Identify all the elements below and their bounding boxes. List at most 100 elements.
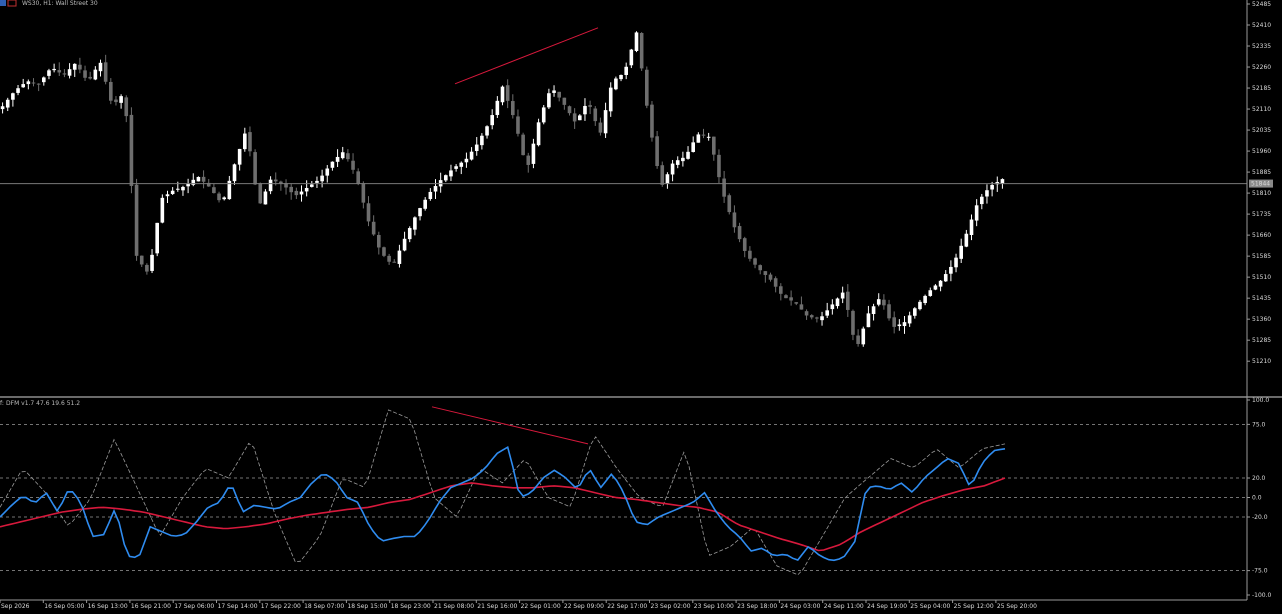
candle-body — [165, 194, 170, 197]
candle-body — [474, 144, 479, 151]
candle-body — [57, 70, 62, 73]
price-tick-label: 52185 — [1252, 85, 1271, 92]
time-tick-label: 17 Sep 14:00 — [218, 603, 258, 610]
candle-body — [825, 310, 829, 316]
candle-body — [454, 166, 458, 169]
candle-body — [93, 69, 98, 80]
candle-body — [598, 122, 603, 133]
candle-body — [181, 186, 185, 191]
price-tick-label: 51810 — [1252, 190, 1271, 197]
candle-body — [583, 105, 587, 115]
candle-body — [464, 158, 469, 163]
time-tick-label: 25 Sep 04:00 — [910, 603, 950, 610]
candle-body — [861, 328, 866, 345]
candle-body — [531, 143, 536, 164]
candle-body — [335, 156, 340, 162]
candle-body — [990, 185, 994, 190]
candle-body — [748, 250, 752, 259]
candle-body — [701, 134, 706, 136]
candle-body — [237, 148, 242, 165]
trading-chart[interactable]: WS30, H1: Wall Street 30 52485 52410 52335… — [0, 0, 1282, 614]
candle-body — [660, 165, 665, 185]
candle-body — [516, 116, 520, 134]
price-tick-label: 51660 — [1252, 232, 1271, 239]
candle-body — [5, 99, 10, 108]
candle-body — [768, 274, 773, 280]
candle-body — [490, 115, 494, 126]
candle-body — [541, 107, 546, 123]
candle-body — [402, 238, 407, 251]
candle-body — [201, 176, 206, 182]
candle-body — [784, 295, 788, 299]
candle-body — [325, 168, 330, 176]
time-tick-label: 18 Sep 07:00 — [304, 603, 344, 610]
price-tick-label: 51510 — [1252, 274, 1271, 281]
candle-body — [248, 132, 252, 152]
candle-body — [753, 258, 757, 265]
candle-body — [377, 234, 381, 248]
candle-body — [639, 33, 644, 69]
candle-body — [722, 178, 726, 197]
candle-body — [67, 69, 72, 76]
time-tick-label: 18 Sep 23:00 — [391, 603, 431, 610]
candle-body — [949, 266, 953, 274]
candle-body — [423, 199, 427, 209]
candle-body — [789, 297, 793, 301]
candle-body — [547, 93, 551, 108]
candle-body — [758, 265, 762, 271]
indicator-title: DFM v1.7 47.6 19.6 51.2 — [6, 400, 80, 407]
candle-body — [47, 70, 51, 76]
candle-body — [346, 153, 350, 160]
candle-body — [480, 135, 484, 146]
candle-body — [645, 69, 649, 106]
candle-body — [485, 126, 489, 136]
time-tick-label: 17 Sep 22:00 — [261, 603, 301, 610]
time-tick-label: 22 Sep 09:00 — [564, 603, 604, 610]
candle-body — [665, 174, 670, 184]
candle-body — [459, 162, 464, 167]
time-tick-label: 17 Sep 06:00 — [174, 603, 214, 610]
candle-body — [959, 245, 963, 259]
candle-body — [670, 163, 675, 175]
candle-body — [511, 101, 515, 116]
candle-body — [691, 142, 695, 152]
time-tick-label: 18 Sep 15:00 — [347, 603, 387, 610]
candle-body — [830, 304, 835, 310]
candle-body — [366, 203, 371, 222]
candle-body — [268, 179, 273, 192]
candle-body — [129, 114, 134, 186]
candle-body — [418, 208, 422, 217]
time-tick-label: 16 Sep 21:00 — [131, 603, 171, 610]
candle-body — [42, 77, 46, 83]
candle-body — [567, 106, 572, 114]
candle-body — [557, 91, 561, 98]
candle-body — [72, 63, 77, 70]
candle-body — [109, 81, 113, 101]
price-tick-label: 51960 — [1252, 148, 1271, 155]
time-tick-label: 16 Sep 05:00 — [44, 603, 84, 610]
candle-body — [114, 99, 118, 103]
candle-body — [578, 115, 582, 121]
candle-body — [681, 157, 685, 162]
candle-body — [913, 308, 917, 316]
candle-body — [938, 280, 943, 287]
candle-body — [26, 81, 31, 85]
candle-body — [428, 191, 433, 199]
candle-body — [773, 278, 778, 287]
candle-body — [799, 304, 804, 310]
candle-body — [588, 105, 592, 107]
time-tick-label: 25 Sep 20:00 — [997, 603, 1037, 610]
candle-body — [655, 136, 659, 167]
candle-body — [928, 290, 933, 296]
candle-body — [397, 250, 402, 264]
candle-body — [634, 32, 639, 52]
time-tick-label: 16 Sep 13:00 — [88, 603, 128, 610]
candle-body — [196, 176, 201, 182]
candle-body — [871, 306, 876, 315]
candle-body — [186, 183, 190, 187]
candle-body — [882, 299, 886, 306]
candle-body — [851, 310, 855, 335]
price-tick-label: 51735 — [1252, 211, 1271, 218]
candle-body — [650, 104, 654, 138]
candle-body — [444, 175, 448, 181]
